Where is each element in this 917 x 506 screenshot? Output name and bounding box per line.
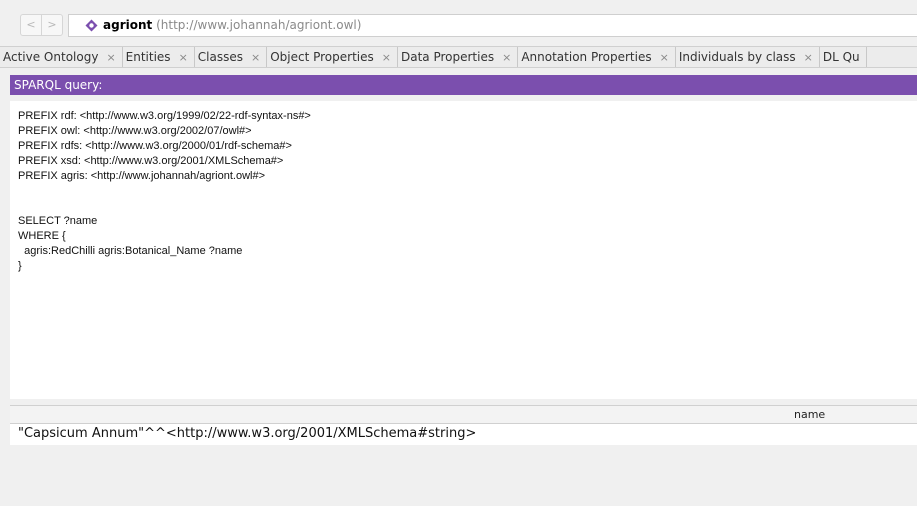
tab-label: DL Qu — [822, 50, 860, 64]
query-line: PREFIX rdf: <http://www.w3.org/1999/02/2… — [18, 110, 311, 122]
query-line: agris:RedChilli agris:Botanical_Name ?na… — [18, 245, 243, 257]
tab-active-ontology[interactable]: Active Ontology × — [0, 47, 123, 67]
close-icon[interactable]: × — [106, 51, 115, 64]
ontology-iri: (http://www.johannah/agriont.owl) — [156, 18, 362, 32]
tab-label: Individuals by class — [678, 50, 796, 64]
query-line: PREFIX rdfs: <http://www.w3.org/2000/01/… — [18, 140, 292, 152]
tab-object-properties[interactable]: Object Properties × — [267, 47, 398, 67]
chevron-left-icon: < — [26, 18, 36, 31]
close-icon[interactable]: × — [382, 51, 391, 64]
back-button[interactable]: < — [20, 14, 42, 36]
query-line: } — [18, 260, 22, 272]
close-icon[interactable]: × — [179, 51, 188, 64]
tab-individuals-by-class[interactable]: Individuals by class × — [676, 47, 820, 67]
query-line: PREFIX agris: <http://www.johannah/agrio… — [18, 170, 266, 182]
tab-classes[interactable]: Classes × — [195, 47, 268, 67]
tab-label: Object Properties — [270, 50, 374, 64]
sparql-query-editor[interactable]: PREFIX rdf: <http://www.w3.org/1999/02/2… — [10, 101, 917, 399]
tab-label: Data Properties — [400, 50, 495, 64]
tab-data-properties[interactable]: Data Properties × — [398, 47, 519, 67]
tab-label: Active Ontology — [3, 50, 99, 64]
column-header-name[interactable]: name — [794, 408, 825, 421]
close-icon[interactable]: × — [804, 51, 813, 64]
ontology-name: agriont — [103, 18, 153, 32]
query-line: WHERE { — [18, 230, 66, 242]
tab-label: Entities — [125, 50, 171, 64]
query-line: PREFIX owl: <http://www.w3.org/2002/07/o… — [18, 125, 252, 137]
tab-dl-query[interactable]: DL Qu — [820, 47, 867, 67]
table-row[interactable]: "Capsicum Annum"^^<http://www.w3.org/200… — [10, 424, 917, 445]
sparql-query-header: SPARQL query: — [10, 75, 917, 95]
tab-label: Annotation Properties — [521, 50, 652, 64]
close-icon[interactable]: × — [251, 51, 260, 64]
tab-annotation-properties[interactable]: Annotation Properties × — [518, 47, 676, 67]
close-icon[interactable]: × — [502, 51, 511, 64]
query-line: SELECT ?name — [18, 215, 98, 227]
chevron-right-icon: > — [47, 18, 57, 31]
results-table-header: name — [10, 405, 917, 424]
tab-label: Classes — [197, 50, 243, 64]
table-cell: "Capsicum Annum"^^<http://www.w3.org/200… — [18, 426, 477, 441]
tab-entities[interactable]: Entities × — [123, 47, 195, 67]
navigation-bar: < > agriont (http://www.johannah/agriont… — [0, 0, 917, 38]
ontology-label: agriont (http://www.johannah/agriont.owl… — [103, 18, 361, 32]
active-ontology-selector[interactable]: agriont (http://www.johannah/agriont.owl… — [68, 14, 917, 37]
tab-strip: Active Ontology × Entities × Classes × Object … — [0, 46, 917, 68]
query-line: PREFIX xsd: <http://www.w3.org/2001/XMLS… — [18, 155, 284, 167]
results-table: name "Capsicum Annum"^^<http://www.w3.or… — [10, 405, 917, 506]
ontology-diamond-icon — [85, 19, 98, 32]
forward-button[interactable]: > — [41, 14, 63, 36]
close-icon[interactable]: × — [660, 51, 669, 64]
